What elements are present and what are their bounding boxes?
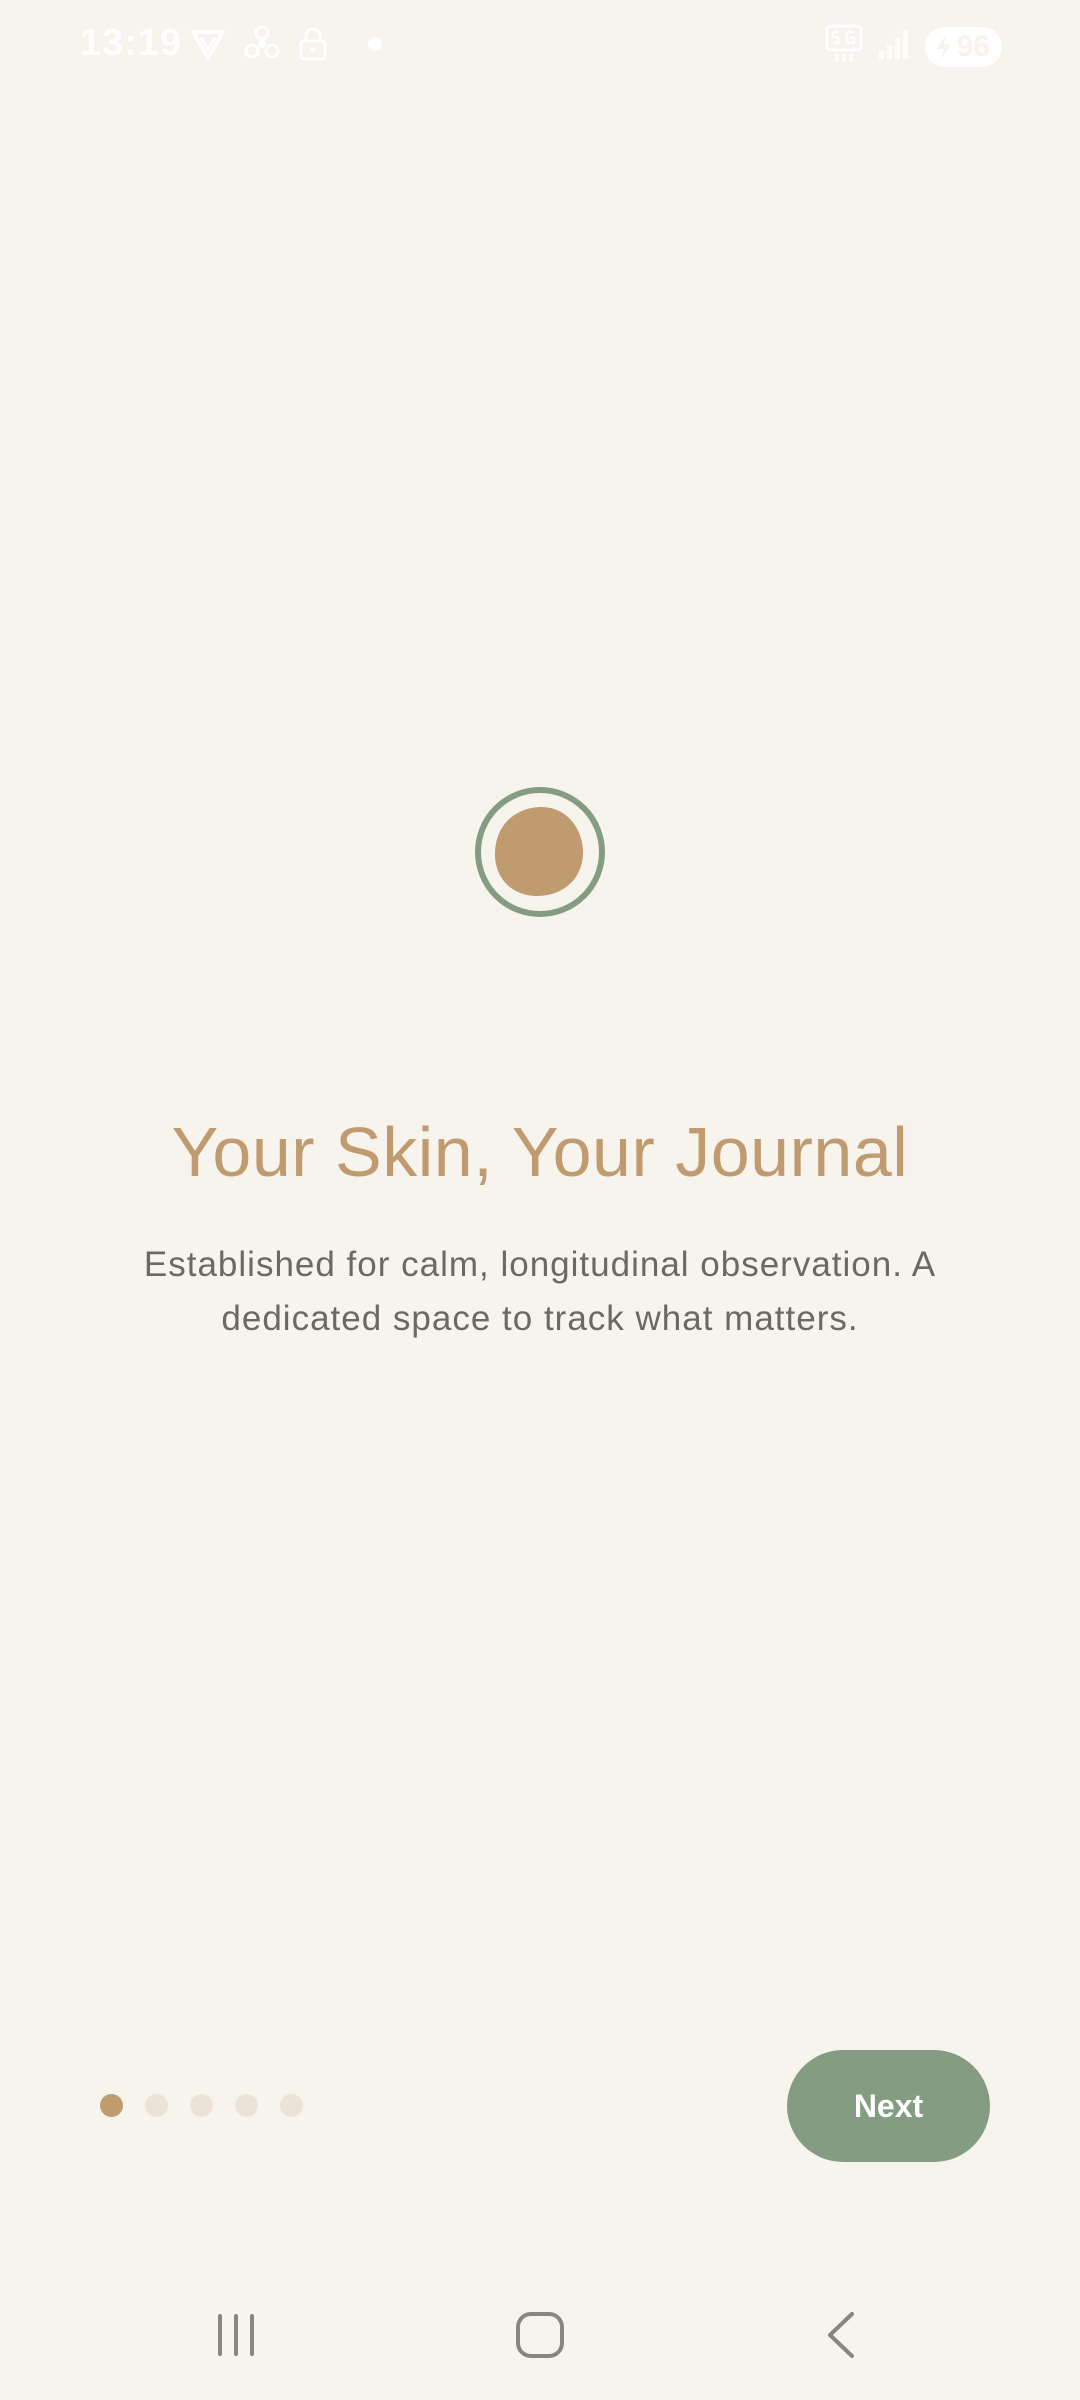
back-icon[interactable]: [822, 2310, 862, 2365]
page-dot-1: [100, 2094, 123, 2117]
lock-icon: [298, 26, 328, 62]
page-indicator: [100, 2094, 303, 2117]
status-bar: 13:19 96: [0, 0, 1080, 92]
page-dot-3: [190, 2094, 213, 2117]
recents-icon[interactable]: [214, 2310, 258, 2365]
status-time: 13:19: [80, 22, 183, 64]
onboarding-subtitle: Established for calm, longitudinal obser…: [143, 1245, 937, 1338]
next-button[interactable]: Next: [787, 2050, 990, 2162]
battery-level: 96: [956, 29, 990, 63]
navigation-bar: [0, 2290, 1080, 2380]
page-dot-4: [235, 2094, 258, 2117]
fan-icon: [244, 26, 280, 62]
signal-icon: [877, 27, 911, 66]
onboarding-title: Your Skin, Your Journal: [171, 1113, 909, 1191]
page-dot-2: [145, 2094, 168, 2117]
network-5g-icon: [825, 24, 863, 69]
page-dot-5: [280, 2094, 303, 2117]
battery-icon: 96: [924, 26, 1002, 67]
status-icons-right: 96: [825, 24, 1002, 69]
home-icon[interactable]: [514, 2310, 566, 2365]
vpn-icon: [190, 26, 226, 62]
circle-logo-icon: [474, 786, 606, 918]
dot-icon: [368, 37, 382, 51]
status-icons-left: [190, 26, 382, 62]
